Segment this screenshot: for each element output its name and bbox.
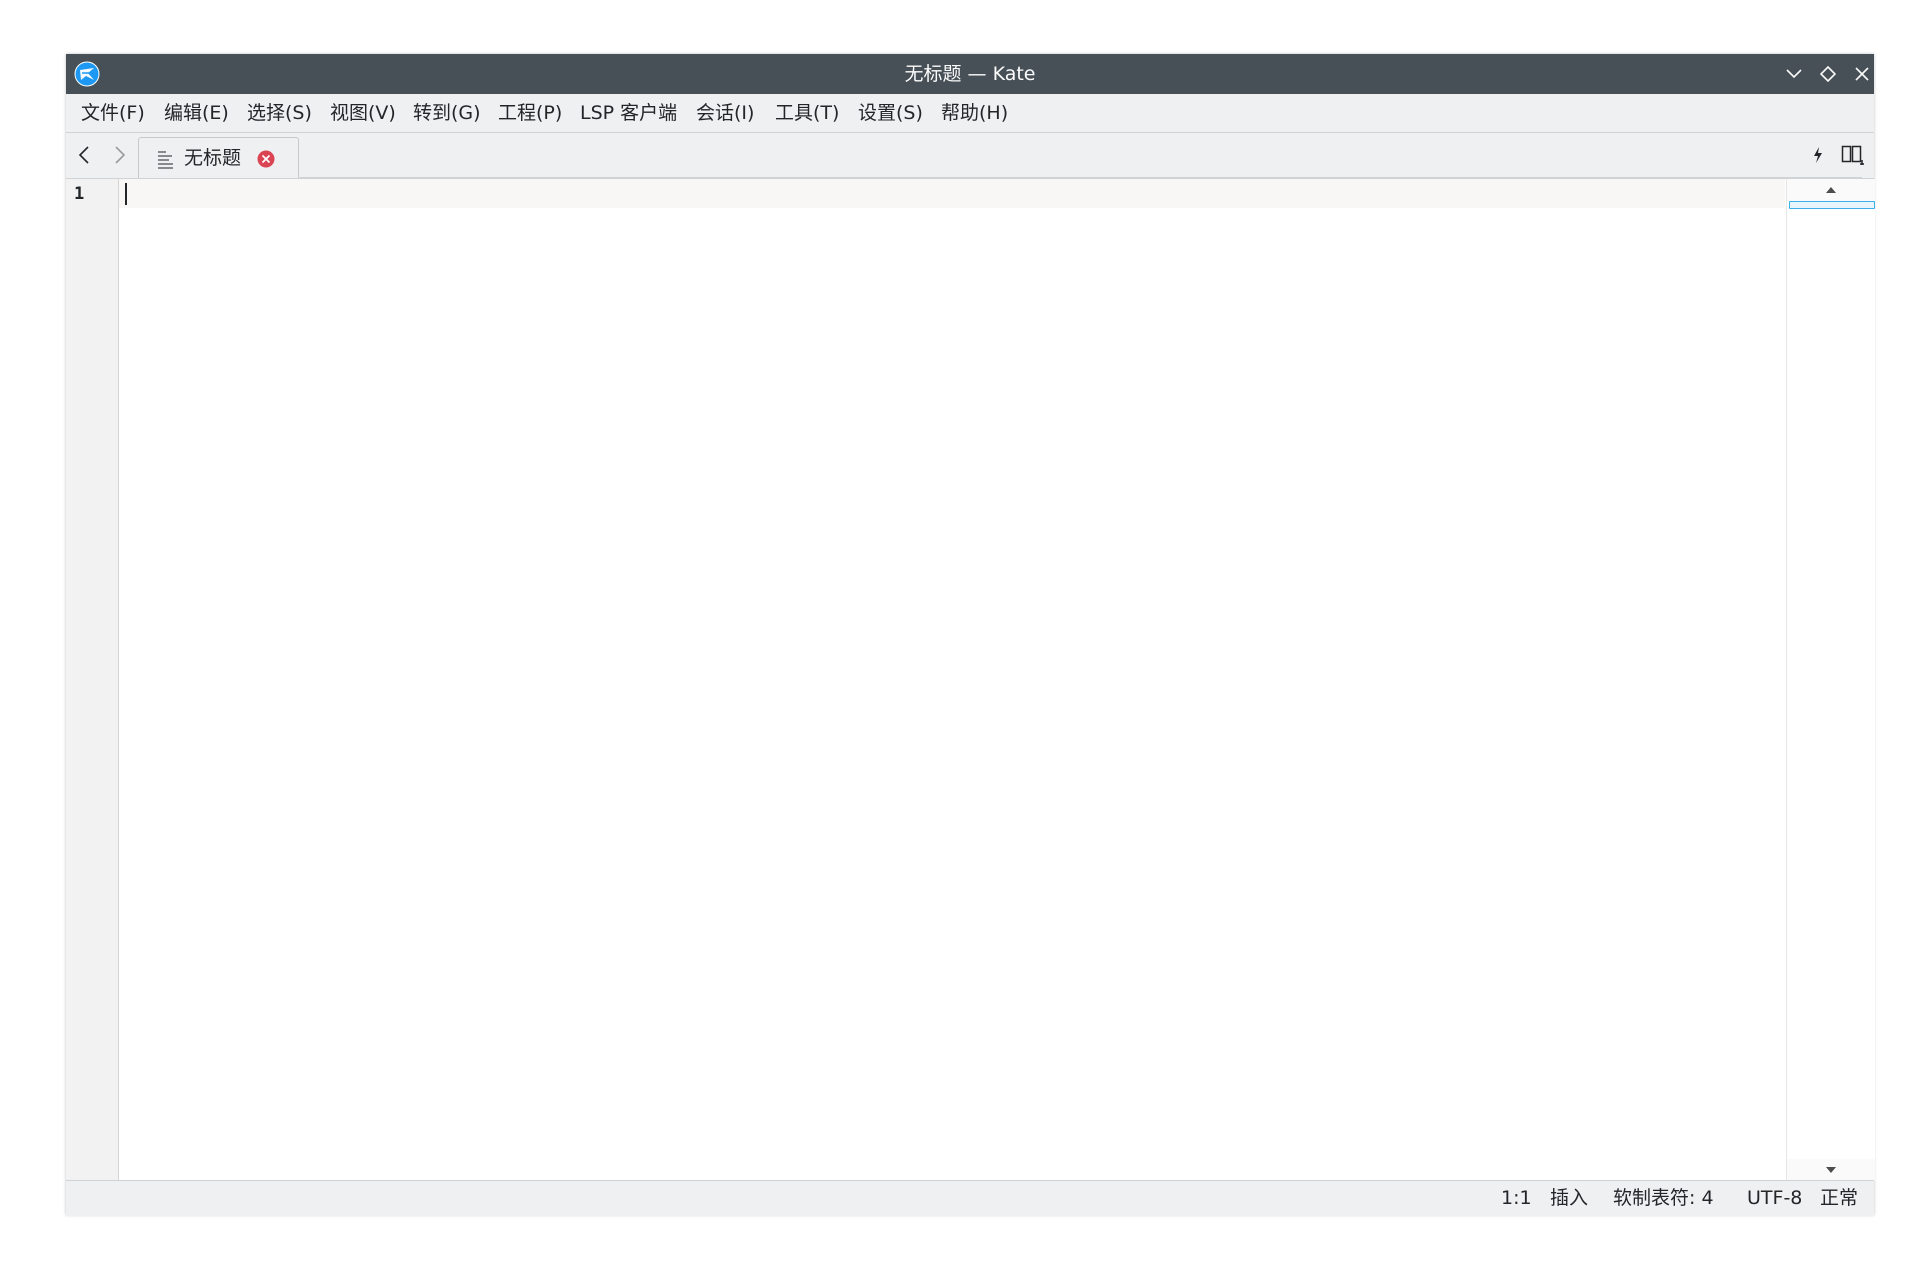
menu-selection[interactable]: 选择(S) [247, 94, 312, 132]
encoding[interactable]: UTF-8 [1747, 1181, 1802, 1216]
title-bar[interactable]: 无标题 — Kate [66, 54, 1874, 94]
line-number: 1 [74, 184, 85, 204]
menu-bar: 文件(F) 编辑(E) 选择(S) 视图(V) 转到(G) 工程(P) LSP … [66, 94, 1874, 133]
tab-bar: 无标题 [66, 133, 1874, 179]
chevron-right-icon [115, 146, 126, 164]
close-button[interactable] [1848, 60, 1876, 88]
menu-sessions[interactable]: 会话(I) [696, 94, 754, 132]
forward-button[interactable] [106, 141, 134, 169]
input-mode[interactable]: 插入 [1550, 1181, 1588, 1216]
back-button[interactable] [70, 141, 98, 169]
text-cursor [125, 183, 127, 205]
indentation-setting[interactable]: 软制表符: 4 [1613, 1181, 1714, 1216]
menu-help[interactable]: 帮助(H) [941, 94, 1008, 132]
quick-open-button[interactable] [1804, 141, 1832, 169]
line-number-gutter[interactable]: 1 [66, 179, 119, 1181]
current-line-highlight [119, 179, 1785, 208]
text-document-icon [156, 149, 176, 173]
diamond-icon [1820, 66, 1836, 82]
triangle-down-icon [1826, 1167, 1836, 1173]
menu-lsp-client[interactable]: LSP 客户端 [580, 94, 677, 132]
menu-project[interactable]: 工程(P) [498, 94, 562, 132]
chevron-left-icon [78, 146, 89, 164]
triangle-up-icon [1826, 187, 1836, 193]
menu-file[interactable]: 文件(F) [81, 94, 145, 132]
maximize-button[interactable] [1814, 60, 1842, 88]
window-title: 无标题 — Kate [904, 63, 1036, 85]
tab-untitled[interactable]: 无标题 [138, 137, 299, 179]
editor-area[interactable]: 1 [66, 178, 1875, 1181]
close-icon [1855, 67, 1869, 81]
scroll-down-button[interactable] [1787, 1159, 1875, 1181]
minimap-scrollbar[interactable] [1786, 179, 1875, 1181]
cursor-position[interactable]: 1:1 [1501, 1181, 1532, 1216]
menu-view[interactable]: 视图(V) [330, 94, 396, 132]
editing-mode[interactable]: 正常 [1820, 1181, 1858, 1216]
split-view-button[interactable] [1839, 141, 1867, 169]
chevron-down-icon [1786, 69, 1802, 79]
status-bar: 1:1 插入 软制表符: 4 UTF-8 正常 [66, 1180, 1874, 1216]
menu-goto[interactable]: 转到(G) [413, 94, 481, 132]
minimap-viewport-handle[interactable] [1789, 201, 1875, 209]
menu-settings[interactable]: 设置(S) [858, 94, 923, 132]
scroll-up-button[interactable] [1787, 179, 1875, 201]
tab-close-icon[interactable] [257, 150, 275, 172]
lightning-icon [1814, 147, 1822, 163]
tab-label: 无标题 [184, 147, 242, 169]
menu-tools[interactable]: 工具(T) [775, 94, 839, 132]
menu-edit[interactable]: 编辑(E) [164, 94, 229, 132]
split-view-icon [1841, 145, 1864, 165]
kate-window: 无标题 — Kate 文件(F) 编辑(E) 选择(S) 视图(V) 转到(G)… [66, 54, 1875, 1216]
minimize-button[interactable] [1780, 60, 1808, 88]
